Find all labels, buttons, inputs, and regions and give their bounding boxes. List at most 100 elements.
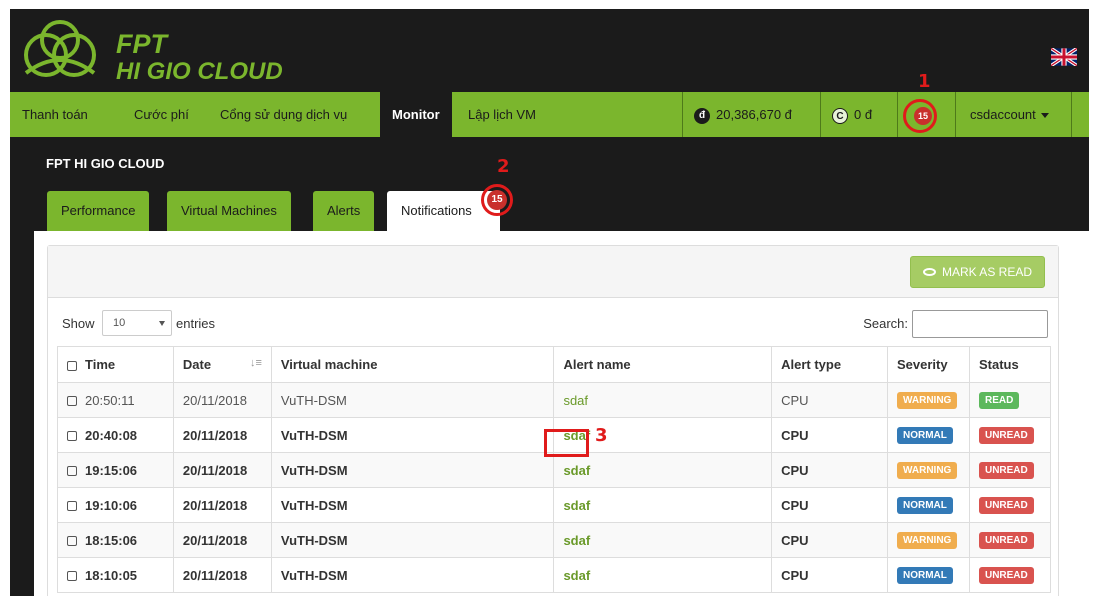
credit-icon: C: [832, 107, 848, 124]
vm-cell: VuTH-DSM: [270, 487, 555, 523]
dong-icon: đ: [694, 107, 710, 124]
column-header-vm[interactable]: Virtual machine: [270, 346, 555, 383]
severity-badge: WARNING: [896, 532, 958, 549]
date-cell: 20/11/2018: [172, 522, 272, 558]
annotation-box-3: [544, 429, 589, 457]
table-row[interactable]: 20:50:11 20/11/2018 VuTH-DSM sdaf CPU WARNING…: [57, 382, 1052, 418]
account-name: csdaccount: [970, 107, 1036, 122]
annotation-circle-2: [481, 184, 513, 216]
time-cell: 19:15:06: [57, 452, 174, 488]
table-row[interactable]: 18:15:06 20/11/2018 VuTH-DSM sdaf CPU WARNING…: [57, 522, 1052, 558]
tab-alerts[interactable]: Alerts: [313, 191, 375, 231]
account-menu[interactable]: csdaccount: [955, 92, 1064, 137]
page-size-value: 10: [113, 317, 126, 329]
alert-name-link[interactable]: sdaf: [563, 568, 590, 583]
search-input[interactable]: [912, 310, 1048, 338]
tab-virtual-machines[interactable]: Virtual Machines: [167, 191, 291, 231]
alert-type-cell: CPU: [771, 487, 888, 523]
credit-display[interactable]: C 0 đ: [820, 92, 884, 137]
status-cell: READ: [968, 382, 1052, 418]
time-cell: 19:10:06: [57, 487, 174, 523]
mark-as-read-button[interactable]: MARK AS READ: [909, 256, 1045, 288]
app-window: FPT HI GIO CLOUD Thanh toán Cước phí Cổn…: [10, 9, 1089, 596]
row-checkbox[interactable]: [67, 536, 77, 547]
status-badge: UNREAD: [978, 532, 1034, 549]
alert-name-link[interactable]: sdaf: [563, 463, 590, 478]
alert-name-cell: sdaf: [553, 557, 773, 593]
nav-item-cong-su-dung[interactable]: Cổng sử dụng dịch vụ: [208, 92, 359, 137]
severity-cell: WARNING: [886, 522, 970, 558]
vm-cell: VuTH-DSM: [270, 417, 555, 453]
alert-name-cell: sdaf: [553, 487, 773, 523]
alert-name-link[interactable]: sdaf: [563, 393, 588, 408]
status-badge: UNREAD: [978, 497, 1034, 514]
row-checkbox[interactable]: [67, 501, 77, 512]
nav-divider: [1071, 92, 1072, 137]
uk-flag-icon[interactable]: [1051, 48, 1077, 66]
vm-cell: VuTH-DSM: [270, 522, 555, 558]
dropdown-arrow-icon: [159, 321, 165, 326]
date-cell: 20/11/2018: [172, 487, 272, 523]
brand-line1: FPT: [116, 29, 170, 59]
date-cell: 20/11/2018: [172, 417, 272, 453]
row-checkbox[interactable]: [67, 571, 77, 582]
alert-name-link[interactable]: sdaf: [563, 533, 590, 548]
time-cell: 18:10:05: [57, 557, 174, 593]
severity-cell: WARNING: [886, 452, 970, 488]
table-header-row: Time Date ↓≡ Virtual machine Alert name A…: [57, 346, 1052, 383]
column-header-alert-name[interactable]: Alert name: [553, 346, 773, 383]
row-checkbox[interactable]: [67, 431, 77, 442]
column-header-time[interactable]: Time: [57, 346, 174, 383]
alert-type-cell: CPU: [771, 557, 888, 593]
table-row[interactable]: 18:10:05 20/11/2018 VuTH-DSM sdaf CPU NORMAL U…: [57, 557, 1052, 593]
status-cell: UNREAD: [968, 557, 1052, 593]
nav-divider: [897, 92, 898, 137]
brand-logo[interactable]: FPT HI GIO CLOUD: [18, 17, 288, 83]
nav-item-cuoc-phi[interactable]: Cước phí: [122, 92, 201, 137]
alert-name-cell: sdaf: [553, 522, 773, 558]
column-header-date[interactable]: Date ↓≡: [172, 346, 272, 383]
select-all-checkbox[interactable]: [67, 360, 77, 371]
vm-cell: VuTH-DSM: [270, 557, 555, 593]
column-header-alert-type[interactable]: Alert type: [771, 346, 888, 383]
severity-cell: WARNING: [886, 382, 970, 418]
time-cell: 20:40:08: [57, 417, 174, 453]
table-row[interactable]: 19:10:06 20/11/2018 VuTH-DSM sdaf CPU NORMAL U…: [57, 487, 1052, 523]
table-row[interactable]: 19:15:06 20/11/2018 VuTH-DSM sdaf CPU WARNING…: [57, 452, 1052, 488]
brand-line2: HI GIO CLOUD: [116, 58, 283, 83]
sort-icon: ↓≡: [249, 357, 262, 369]
tab-performance[interactable]: Performance: [47, 191, 150, 231]
nav-item-thanh-toan[interactable]: Thanh toán: [10, 92, 100, 137]
row-checkbox[interactable]: [67, 396, 77, 407]
alert-type-cell: CPU: [771, 452, 888, 488]
column-header-status[interactable]: Status: [968, 346, 1052, 383]
annotation-circle-1: [903, 99, 937, 133]
page-title: FPT HI GIO CLOUD: [46, 156, 165, 171]
balance-value: 20,386,670 đ: [716, 107, 792, 122]
severity-badge: NORMAL: [896, 567, 953, 584]
tab-notifications-label: Notifications: [401, 203, 472, 218]
status-badge: READ: [978, 392, 1020, 409]
page-size-select[interactable]: 10: [102, 310, 172, 336]
annotation-number-3: 3: [595, 425, 608, 446]
date-cell: 20/11/2018: [172, 557, 272, 593]
date-cell: 20/11/2018: [172, 382, 272, 418]
chevron-down-icon: [1040, 113, 1049, 119]
balance-display[interactable]: đ 20,386,670 đ: [682, 92, 804, 137]
severity-cell: NORMAL: [886, 487, 970, 523]
status-cell: UNREAD: [968, 452, 1052, 488]
annotation-number-2: 2: [497, 156, 510, 177]
alert-name-link[interactable]: sdaf: [563, 498, 590, 513]
mark-as-read-label: MARK AS READ: [941, 265, 1032, 279]
severity-cell: NORMAL: [886, 417, 970, 453]
panel-toolbar: MARK AS READ: [48, 246, 1058, 298]
alert-type-cell: CPU: [771, 382, 888, 418]
annotation-number-1: 1: [918, 71, 931, 92]
nav-item-monitor[interactable]: Monitor: [380, 92, 452, 137]
column-header-severity[interactable]: Severity: [886, 346, 970, 383]
nav-item-lap-lich-vm[interactable]: Lập lịch VM: [456, 92, 548, 137]
time-cell: 18:15:06: [57, 522, 174, 558]
status-cell: UNREAD: [968, 417, 1052, 453]
credit-value: 0 đ: [854, 107, 873, 122]
row-checkbox[interactable]: [67, 466, 77, 477]
